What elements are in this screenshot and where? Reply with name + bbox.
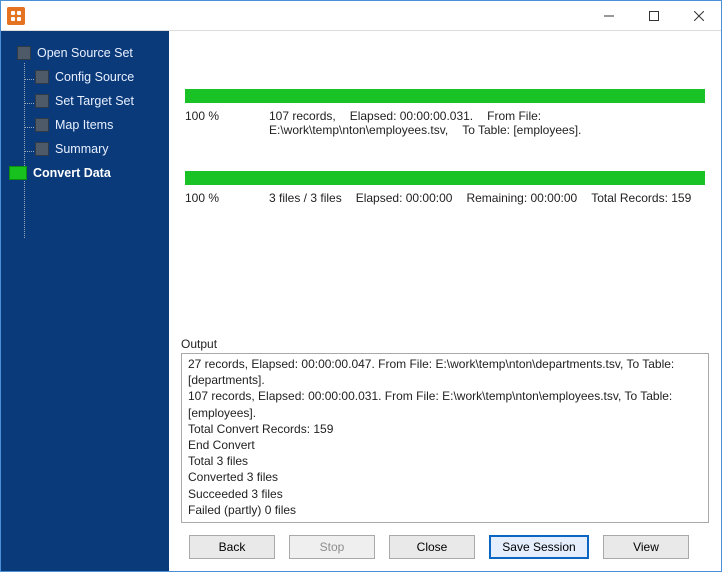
titlebar: [1, 1, 721, 31]
sidebar-item-label: Convert Data: [33, 166, 111, 180]
stop-button: Stop: [289, 535, 375, 559]
sidebar-item-convert-data[interactable]: Convert Data: [11, 161, 169, 185]
sidebar-item-label: Open Source Set: [37, 46, 133, 60]
total-progress-files: 3 files / 3 files: [269, 191, 342, 205]
file-progress-section: 100 % 107 records, Elapsed: 00:00:00.031…: [177, 77, 713, 141]
sidebar-item-label: Set Target Set: [55, 94, 134, 108]
app-window: Open Source Set Config Source Set Target…: [0, 0, 722, 572]
file-progress-to-label: To Table: [employees].: [462, 123, 581, 137]
close-dialog-button[interactable]: Close: [389, 535, 475, 559]
main-panel: 100 % 107 records, Elapsed: 00:00:00.031…: [169, 31, 721, 571]
file-progress-from-label: From File:: [487, 109, 541, 123]
sidebar-item-open-source-set[interactable]: Open Source Set: [11, 41, 169, 65]
total-progress-percent: 100 %: [185, 191, 255, 205]
back-button[interactable]: Back: [189, 535, 275, 559]
file-progress-fromfile: E:\work\temp\nton\employees.tsv,: [269, 123, 448, 137]
sidebar-item-label: Summary: [55, 142, 108, 156]
output-line: Converted 3 files: [188, 469, 702, 485]
total-progress-remaining: Remaining: 00:00:00: [466, 191, 577, 205]
step-node-icon: [35, 70, 49, 84]
output-line: 27 records, Elapsed: 00:00:00.047. From …: [188, 356, 702, 388]
total-progress-bar: [185, 171, 705, 185]
maximize-button[interactable]: [631, 1, 676, 30]
step-node-icon: [35, 94, 49, 108]
total-progress-total-records: Total Records: 159: [591, 191, 691, 205]
step-node-icon: [35, 118, 49, 132]
sidebar-item-map-items[interactable]: Map Items: [11, 113, 169, 137]
sidebar-item-label: Config Source: [55, 70, 134, 84]
close-button[interactable]: [676, 1, 721, 30]
output-line: Total Convert Records: 159: [188, 421, 702, 437]
step-node-active-icon: [9, 166, 27, 180]
output-line: End Convert: [188, 437, 702, 453]
button-row: Back Stop Close Save Session View: [177, 525, 713, 563]
output-line: Failed (partly) 0 files: [188, 502, 702, 518]
output-log[interactable]: 27 records, Elapsed: 00:00:00.047. From …: [181, 353, 709, 523]
sidebar-item-set-target-set[interactable]: Set Target Set: [11, 89, 169, 113]
output-line: Total 3 files: [188, 453, 702, 469]
file-progress-records: 107 records,: [269, 109, 336, 123]
sidebar-item-summary[interactable]: Summary: [11, 137, 169, 161]
step-node-icon: [35, 142, 49, 156]
output-line: Succeeded 3 files: [188, 486, 702, 502]
wizard-sidebar: Open Source Set Config Source Set Target…: [1, 31, 169, 571]
total-progress-section: 100 % 3 files / 3 files Elapsed: 00:00:0…: [177, 159, 713, 209]
file-progress-elapsed: Elapsed: 00:00:00.031.: [350, 109, 473, 123]
output-line: 107 records, Elapsed: 00:00:00.031. From…: [188, 388, 702, 420]
total-progress-elapsed: Elapsed: 00:00:00: [356, 191, 453, 205]
sidebar-item-label: Map Items: [55, 118, 113, 132]
sidebar-item-config-source[interactable]: Config Source: [11, 65, 169, 89]
file-progress-bar: [185, 89, 705, 103]
step-node-icon: [17, 46, 31, 60]
app-icon: [7, 7, 25, 25]
save-session-button[interactable]: Save Session: [489, 535, 589, 559]
file-progress-percent: 100 %: [185, 109, 255, 123]
minimize-button[interactable]: [586, 1, 631, 30]
view-button[interactable]: View: [603, 535, 689, 559]
output-label: Output: [177, 337, 713, 353]
